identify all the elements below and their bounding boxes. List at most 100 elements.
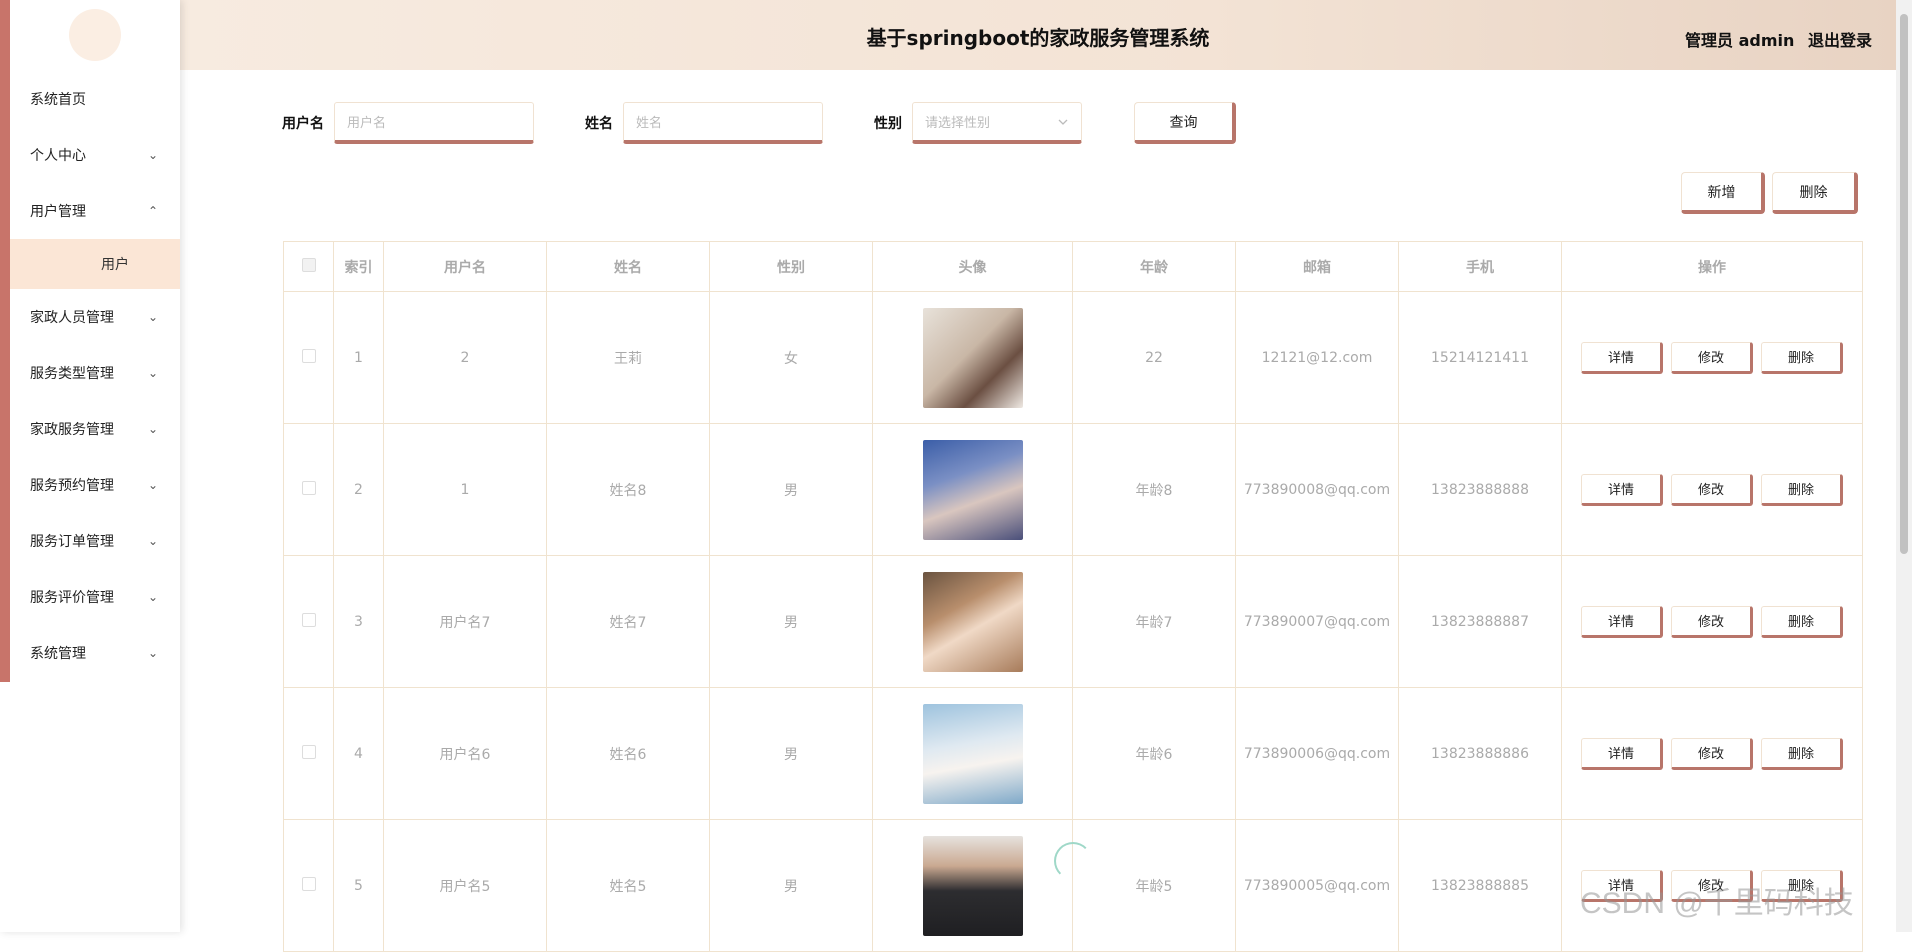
name-filter-placeholder: 姓名 (636, 116, 663, 131)
chevron-down-icon: ⌄ (147, 366, 158, 380)
sidebar-item-housekeeping-service-management[interactable]: 家政服务管理 ⌄ (10, 401, 180, 457)
select-all-checkbox[interactable] (301, 257, 316, 272)
scrollbar-thumb[interactable] (1900, 14, 1908, 554)
detail-button[interactable]: 详情 (1581, 473, 1663, 506)
cell-actions: 详情 修改 删除 (1561, 291, 1863, 424)
query-button[interactable]: 查询 (1134, 102, 1236, 144)
col-header-username: 用户名 (383, 241, 547, 292)
table-row: 4 用户名6 姓名6 男 年龄6 773890006@qq.com 138238… (283, 687, 1863, 820)
cell-phone: 13823888888 (1398, 423, 1562, 556)
cell-gender: 男 (709, 423, 873, 556)
sidebar-item-label: 系统管理 (30, 646, 86, 662)
col-header-phone: 手机 (1398, 241, 1562, 292)
table-row: 3 用户名7 姓名7 男 年龄7 773890007@qq.com 138238… (283, 555, 1863, 688)
cell-actions: 详情 修改 删除 (1561, 423, 1863, 556)
cell-email: 773890008@qq.com (1235, 423, 1399, 556)
cell-age: 年龄7 (1072, 555, 1236, 688)
cell-index: 3 (333, 555, 384, 688)
name-filter-label: 姓名 (585, 116, 613, 132)
col-header-email: 邮箱 (1235, 241, 1399, 292)
cell-index: 4 (333, 687, 384, 820)
username-filter-input[interactable]: 用户名 (334, 102, 534, 144)
detail-button[interactable]: 详情 (1581, 341, 1663, 374)
cell-gender: 女 (709, 291, 873, 424)
cell-age: 年龄6 (1072, 687, 1236, 820)
cell-phone: 13823888886 (1398, 687, 1562, 820)
gender-select[interactable]: 请选择性别 (912, 102, 1082, 144)
col-header-gender: 性别 (709, 241, 873, 292)
current-user-label: 管理员 admin (1685, 31, 1795, 50)
add-button[interactable]: 新增 (1681, 172, 1765, 214)
sidebar-item-appointment-management[interactable]: 服务预约管理 ⌄ (10, 457, 180, 513)
cell-name: 姓名6 (546, 687, 710, 820)
sidebar-item-review-management[interactable]: 服务评价管理 ⌄ (10, 569, 180, 625)
page-title: 基于springboot的家政服务管理系统 (866, 26, 1210, 50)
sidebar-item-home[interactable]: 系统首页 (10, 71, 180, 127)
cell-actions: 详情 修改 删除 (1561, 687, 1863, 820)
sidebar-item-label: 服务订单管理 (30, 534, 114, 550)
sidebar-item-service-type-management[interactable]: 服务类型管理 ⌄ (10, 345, 180, 401)
logout-link[interactable]: 退出登录 (1808, 31, 1872, 50)
cell-name: 王莉 (546, 291, 710, 424)
row-checkbox[interactable] (301, 744, 316, 759)
cell-actions: 详情 修改 删除 (1561, 555, 1863, 688)
sidebar: 系统首页 个人中心 ⌄ 用户管理 ⌃ 用户 家政人员管理 ⌄ 服务类型管理 ⌄ … (0, 0, 180, 932)
sidebar-item-label: 用户管理 (30, 204, 86, 220)
chevron-down-icon: ⌄ (147, 646, 158, 660)
row-checkbox[interactable] (301, 612, 316, 627)
delete-button[interactable]: 删除 (1761, 473, 1843, 506)
cell-username: 1 (383, 423, 547, 556)
edit-button[interactable]: 修改 (1671, 341, 1753, 374)
cell-avatar (872, 423, 1073, 556)
delete-button[interactable]: 删除 (1761, 605, 1843, 638)
watermark: CSDN @千里码科技 (1580, 887, 1854, 920)
row-checkbox[interactable] (301, 348, 316, 363)
row-checkbox[interactable] (301, 876, 316, 891)
batch-delete-button[interactable]: 删除 (1772, 172, 1858, 214)
chevron-down-icon (1058, 119, 1068, 125)
chevron-down-icon: ⌄ (147, 148, 158, 162)
sidebar-item-order-management[interactable]: 服务订单管理 ⌄ (10, 513, 180, 569)
edit-button[interactable]: 修改 (1671, 473, 1753, 506)
sidebar-item-label: 服务预约管理 (30, 478, 114, 494)
cell-email: 773890007@qq.com (1235, 555, 1399, 688)
header-user-area: 管理员 admin 退出登录 (1677, 27, 1872, 51)
cell-name: 姓名7 (546, 555, 710, 688)
edit-button[interactable]: 修改 (1671, 605, 1753, 638)
cell-gender: 男 (709, 555, 873, 688)
delete-button[interactable]: 删除 (1761, 341, 1843, 374)
gender-select-placeholder: 请选择性别 (925, 116, 991, 131)
top-header: 基于springboot的家政服务管理系统 管理员 admin 退出登录 (180, 0, 1896, 70)
logo (69, 9, 121, 61)
detail-button[interactable]: 详情 (1581, 605, 1663, 638)
row-select-cell (283, 687, 334, 820)
cell-username: 2 (383, 291, 547, 424)
chevron-down-icon: ⌄ (147, 310, 158, 324)
sidebar-subitem-users[interactable]: 用户 (10, 239, 180, 289)
cell-phone: 13823888887 (1398, 555, 1562, 688)
col-header-age: 年龄 (1072, 241, 1236, 292)
edit-button[interactable]: 修改 (1671, 737, 1753, 770)
sidebar-accent-bar (0, 0, 10, 682)
cell-name: 姓名8 (546, 423, 710, 556)
name-filter-input[interactable]: 姓名 (623, 102, 823, 144)
cell-avatar (872, 555, 1073, 688)
cell-email: 12121@12.com (1235, 291, 1399, 424)
cell-username: 用户名6 (383, 687, 547, 820)
row-checkbox[interactable] (301, 480, 316, 495)
cell-age: 22 (1072, 291, 1236, 424)
loading-spinner-icon (1054, 842, 1092, 880)
sidebar-item-housekeeper-management[interactable]: 家政人员管理 ⌄ (10, 289, 180, 345)
sidebar-item-user-management[interactable]: 用户管理 ⌃ (10, 183, 180, 239)
cell-gender: 男 (709, 687, 873, 820)
detail-button[interactable]: 详情 (1581, 737, 1663, 770)
sidebar-item-label: 系统首页 (30, 92, 86, 108)
sidebar-item-system-management[interactable]: 系统管理 ⌄ (10, 625, 180, 681)
chevron-up-icon: ⌃ (147, 204, 158, 218)
gender-filter-label: 性别 (874, 116, 902, 132)
page-scrollbar[interactable] (1896, 0, 1912, 932)
chevron-down-icon: ⌄ (147, 478, 158, 492)
sidebar-item-personal-center[interactable]: 个人中心 ⌄ (10, 127, 180, 183)
delete-button[interactable]: 删除 (1761, 737, 1843, 770)
sidebar-item-label: 家政服务管理 (30, 422, 114, 438)
